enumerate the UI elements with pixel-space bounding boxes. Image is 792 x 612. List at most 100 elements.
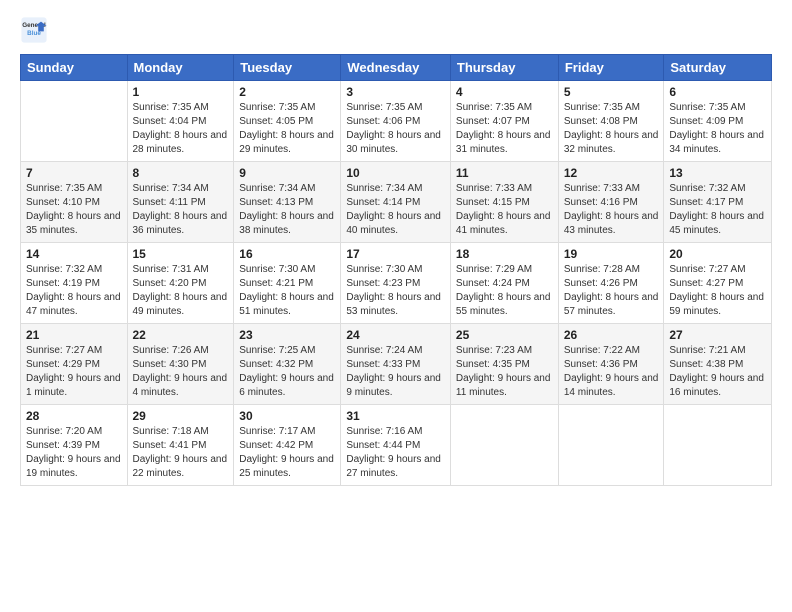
day-info: Sunrise: 7:35 AM Sunset: 4:04 PM Dayligh…: [133, 101, 229, 157]
header-row: SundayMondayTuesdayWednesdayThursdayFrid…: [21, 55, 772, 81]
day-info: Sunrise: 7:20 AM Sunset: 4:39 PM Dayligh…: [26, 425, 122, 481]
day-cell: 15 Sunrise: 7:31 AM Sunset: 4:20 PM Dayli…: [127, 243, 234, 324]
day-info: Sunrise: 7:22 AM Sunset: 4:36 PM Dayligh…: [564, 344, 659, 400]
day-cell: 16Sunrise: 7:30 AM Sunset: 4:21 PM Dayli…: [234, 243, 341, 324]
day-cell: 7 Sunrise: 7:35 AM Sunset: 4:10 PM Daylig…: [21, 162, 128, 243]
day-cell: 14 Sunrise: 7:32 AM Sunset: 4:19 PM Dayli…: [21, 243, 128, 324]
calendar-table: SundayMondayTuesdayWednesdayThursdayFrid…: [20, 54, 772, 486]
day-cell: 30Sunrise: 7:17 AM Sunset: 4:42 PM Dayli…: [234, 405, 341, 486]
week-row-2: 7 Sunrise: 7:35 AM Sunset: 4:10 PM Daylig…: [21, 162, 772, 243]
day-cell: 5 Sunrise: 7:35 AM Sunset: 4:08 PM Daylig…: [558, 81, 664, 162]
day-info: Sunrise: 7:35 AM Sunset: 4:06 PM Dayligh…: [346, 101, 445, 157]
day-number: 25: [456, 328, 553, 342]
week-row-5: 28 Sunrise: 7:20 AM Sunset: 4:39 PM Dayli…: [21, 405, 772, 486]
day-cell: 31 Sunrise: 7:16 AM Sunset: 4:44 PM Dayli…: [341, 405, 451, 486]
week-row-3: 14 Sunrise: 7:32 AM Sunset: 4:19 PM Dayli…: [21, 243, 772, 324]
day-cell: 23 Sunrise: 7:25 AM Sunset: 4:32 PM Dayli…: [234, 324, 341, 405]
day-cell: 27 Sunrise: 7:21 AM Sunset: 4:38 PM Dayli…: [664, 324, 772, 405]
day-info: Sunrise: 7:30 AM Sunset: 4:21 PM Dayligh…: [239, 263, 335, 319]
day-number: 5: [564, 85, 659, 99]
header-day-saturday: Saturday: [664, 55, 772, 81]
day-number: 9: [239, 166, 335, 180]
day-cell: 29 Sunrise: 7:18 AM Sunset: 4:41 PM Dayli…: [127, 405, 234, 486]
day-info: Sunrise: 7:34 AM Sunset: 4:11 PM Dayligh…: [133, 182, 229, 238]
day-info: Sunrise: 7:35 AM Sunset: 4:08 PM Dayligh…: [564, 101, 659, 157]
page: General Blue SundayMondayTuesdayWednesda…: [0, 0, 792, 612]
day-info: Sunrise: 7:29 AM Sunset: 4:24 PM Dayligh…: [456, 263, 553, 319]
day-number: 21: [26, 328, 122, 342]
header-day-friday: Friday: [558, 55, 664, 81]
day-info: Sunrise: 7:33 AM Sunset: 4:16 PM Dayligh…: [564, 182, 659, 238]
header-day-tuesday: Tuesday: [234, 55, 341, 81]
day-cell: 22Sunrise: 7:26 AM Sunset: 4:30 PM Dayli…: [127, 324, 234, 405]
day-info: Sunrise: 7:27 AM Sunset: 4:27 PM Dayligh…: [669, 263, 766, 319]
day-cell: 20 Sunrise: 7:27 AM Sunset: 4:27 PM Dayli…: [664, 243, 772, 324]
header-day-monday: Monday: [127, 55, 234, 81]
day-number: 14: [26, 247, 122, 261]
day-info: Sunrise: 7:26 AM Sunset: 4:30 PM Dayligh…: [133, 344, 229, 400]
day-info: Sunrise: 7:24 AM Sunset: 4:33 PM Dayligh…: [346, 344, 445, 400]
day-number: 31: [346, 409, 445, 423]
header-day-wednesday: Wednesday: [341, 55, 451, 81]
day-number: 19: [564, 247, 659, 261]
day-info: Sunrise: 7:27 AM Sunset: 4:29 PM Dayligh…: [26, 344, 122, 400]
day-number: 12: [564, 166, 659, 180]
day-number: 27: [669, 328, 766, 342]
day-number: 24: [346, 328, 445, 342]
day-number: 28: [26, 409, 122, 423]
day-number: 7: [26, 166, 122, 180]
day-info: Sunrise: 7:30 AM Sunset: 4:23 PM Dayligh…: [346, 263, 445, 319]
day-info: Sunrise: 7:17 AM Sunset: 4:42 PM Dayligh…: [239, 425, 335, 481]
week-row-1: 1 Sunrise: 7:35 AM Sunset: 4:04 PM Daylig…: [21, 81, 772, 162]
day-info: Sunrise: 7:35 AM Sunset: 4:05 PM Dayligh…: [239, 101, 335, 157]
day-cell: 10 Sunrise: 7:34 AM Sunset: 4:14 PM Dayli…: [341, 162, 451, 243]
day-cell: 17 Sunrise: 7:30 AM Sunset: 4:23 PM Dayli…: [341, 243, 451, 324]
day-cell: 8 Sunrise: 7:34 AM Sunset: 4:11 PM Daylig…: [127, 162, 234, 243]
day-number: 17: [346, 247, 445, 261]
day-number: 11: [456, 166, 553, 180]
day-cell: 1 Sunrise: 7:35 AM Sunset: 4:04 PM Daylig…: [127, 81, 234, 162]
day-info: Sunrise: 7:25 AM Sunset: 4:32 PM Dayligh…: [239, 344, 335, 400]
day-cell: 28 Sunrise: 7:20 AM Sunset: 4:39 PM Dayli…: [21, 405, 128, 486]
day-cell: 2Sunrise: 7:35 AM Sunset: 4:05 PM Daylig…: [234, 81, 341, 162]
day-number: 23: [239, 328, 335, 342]
day-number: 26: [564, 328, 659, 342]
day-info: Sunrise: 7:18 AM Sunset: 4:41 PM Dayligh…: [133, 425, 229, 481]
day-cell: 25 Sunrise: 7:23 AM Sunset: 4:35 PM Dayli…: [450, 324, 558, 405]
day-info: Sunrise: 7:28 AM Sunset: 4:26 PM Dayligh…: [564, 263, 659, 319]
day-cell: 11 Sunrise: 7:33 AM Sunset: 4:15 PM Dayli…: [450, 162, 558, 243]
header-day-sunday: Sunday: [21, 55, 128, 81]
day-info: Sunrise: 7:16 AM Sunset: 4:44 PM Dayligh…: [346, 425, 445, 481]
day-number: 3: [346, 85, 445, 99]
day-info: Sunrise: 7:34 AM Sunset: 4:13 PM Dayligh…: [239, 182, 335, 238]
day-cell: 13Sunrise: 7:32 AM Sunset: 4:17 PM Dayli…: [664, 162, 772, 243]
day-info: Sunrise: 7:31 AM Sunset: 4:20 PM Dayligh…: [133, 263, 229, 319]
day-number: 15: [133, 247, 229, 261]
day-number: 29: [133, 409, 229, 423]
day-cell: 18Sunrise: 7:29 AM Sunset: 4:24 PM Dayli…: [450, 243, 558, 324]
day-number: 13: [669, 166, 766, 180]
day-cell: 26 Sunrise: 7:22 AM Sunset: 4:36 PM Dayli…: [558, 324, 664, 405]
day-info: Sunrise: 7:33 AM Sunset: 4:15 PM Dayligh…: [456, 182, 553, 238]
day-number: 8: [133, 166, 229, 180]
day-number: 1: [133, 85, 229, 99]
day-number: 6: [669, 85, 766, 99]
day-info: Sunrise: 7:23 AM Sunset: 4:35 PM Dayligh…: [456, 344, 553, 400]
day-cell: [664, 405, 772, 486]
day-cell: 12 Sunrise: 7:33 AM Sunset: 4:16 PM Dayli…: [558, 162, 664, 243]
day-cell: [450, 405, 558, 486]
day-cell: 3 Sunrise: 7:35 AM Sunset: 4:06 PM Daylig…: [341, 81, 451, 162]
day-info: Sunrise: 7:35 AM Sunset: 4:10 PM Dayligh…: [26, 182, 122, 238]
day-info: Sunrise: 7:32 AM Sunset: 4:19 PM Dayligh…: [26, 263, 122, 319]
week-row-4: 21 Sunrise: 7:27 AM Sunset: 4:29 PM Dayli…: [21, 324, 772, 405]
logo-icon: General Blue: [20, 16, 48, 44]
day-number: 10: [346, 166, 445, 180]
day-info: Sunrise: 7:35 AM Sunset: 4:07 PM Dayligh…: [456, 101, 553, 157]
header-day-thursday: Thursday: [450, 55, 558, 81]
day-info: Sunrise: 7:34 AM Sunset: 4:14 PM Dayligh…: [346, 182, 445, 238]
day-cell: 21 Sunrise: 7:27 AM Sunset: 4:29 PM Dayli…: [21, 324, 128, 405]
day-cell: [21, 81, 128, 162]
day-cell: 4Sunrise: 7:35 AM Sunset: 4:07 PM Daylig…: [450, 81, 558, 162]
day-number: 20: [669, 247, 766, 261]
day-info: Sunrise: 7:21 AM Sunset: 4:38 PM Dayligh…: [669, 344, 766, 400]
